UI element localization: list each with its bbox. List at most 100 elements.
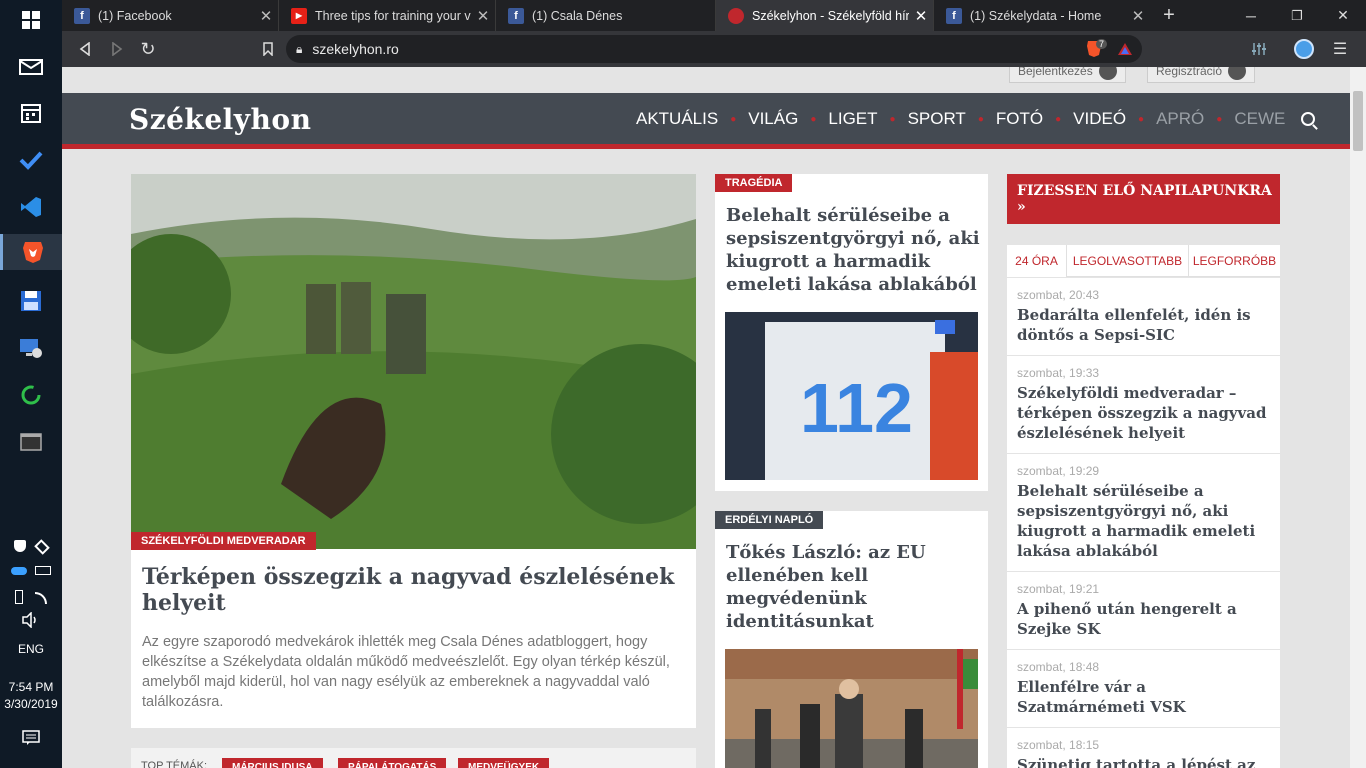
nav-foto[interactable]: FOTÓ xyxy=(996,109,1043,129)
tab-facebook[interactable]: f (1) Facebook ✕ xyxy=(62,0,279,31)
volume-icon[interactable] xyxy=(0,611,62,631)
szekelyhon-icon xyxy=(728,7,744,24)
tray-icons-row1 xyxy=(0,539,62,555)
close-tab-icon[interactable]: ✕ xyxy=(909,7,933,25)
back-button[interactable] xyxy=(72,37,98,61)
minimize-button[interactable]: ─ xyxy=(1228,0,1274,31)
brave-browser-icon[interactable] xyxy=(0,234,62,270)
wifi-icon[interactable] xyxy=(35,592,47,604)
extension-equalizer-icon[interactable] xyxy=(1246,37,1272,61)
nav-cewe[interactable]: CEWE xyxy=(1234,109,1285,129)
news-item-title[interactable]: Bedarálta ellenfelét, idén is döntős a S… xyxy=(1017,305,1272,345)
main-navigation: AKTUÁLIS ● VILÁG ● LIGET ● SPORT ● FOTÓ … xyxy=(636,109,1316,129)
save-disk-icon[interactable] xyxy=(11,283,51,319)
news-item-time: szombat, 19:33 xyxy=(1017,366,1100,380)
defender-shield-icon[interactable] xyxy=(14,540,26,552)
mail-icon[interactable] xyxy=(11,48,51,84)
tab-label: (1) Facebook xyxy=(98,8,172,23)
news-item-title[interactable]: A pihenő után hengerelt a Szejke SK xyxy=(1017,599,1272,639)
sidebar-news-item[interactable]: szombat, 19:29 Belehalt sérüléseibe a se… xyxy=(1007,453,1280,571)
topic-medveugyek[interactable]: MEDVEÜGYEK xyxy=(458,758,550,768)
page-scrollbar[interactable] xyxy=(1350,67,1366,768)
news-item-title[interactable]: Székelyföldi medveradar – térképen össze… xyxy=(1017,383,1272,443)
featured-article-tag[interactable]: SZÉKELYFÖLDI MEDVERADAR xyxy=(131,532,316,550)
register-button[interactable]: Regisztráció xyxy=(1147,67,1256,83)
tab-szekelyhon[interactable]: Székelyhon - Székelyföld hírp ✕ xyxy=(716,0,934,31)
news-item-title[interactable]: Belehalt sérüléseibe a sepsiszentgyörgyi… xyxy=(1017,481,1272,561)
tray-icons-row2 xyxy=(0,566,62,578)
nav-sport[interactable]: SPORT xyxy=(908,109,966,129)
calendar-icon[interactable] xyxy=(11,95,51,131)
site-logo[interactable]: Székelyhon xyxy=(129,103,311,136)
scrollbar-thumb[interactable] xyxy=(1353,91,1363,151)
sidebar-tab-24-ora[interactable]: 24 ÓRA xyxy=(1007,245,1066,277)
article-photo-tokes[interactable] xyxy=(725,649,978,768)
battery-icon[interactable] xyxy=(35,566,51,575)
todo-check-icon[interactable] xyxy=(11,142,51,178)
windows-taskbar: ENG 7:54 PM 3/30/2019 xyxy=(0,0,62,768)
article-tag-erdelyi-naplo[interactable]: ERDÉLYI NAPLÓ xyxy=(715,511,824,529)
remote-desktop-icon[interactable] xyxy=(11,330,51,366)
sidebar-tab-legolvasottabb[interactable]: LEGOLVASOTTABB xyxy=(1066,245,1188,277)
article-title-tragedia[interactable]: Belehalt sérüléseibe a sepsiszentgyörgyi… xyxy=(726,204,981,296)
url-text: szekelyhon.ro xyxy=(312,41,399,57)
sidebar-news-item[interactable]: szombat, 18:48 Ellenfélre vár a Szatmárn… xyxy=(1007,649,1280,727)
profile-avatar-icon[interactable] xyxy=(1291,37,1317,61)
vscode-icon[interactable] xyxy=(11,189,51,225)
restore-button[interactable]: ❐ xyxy=(1274,0,1320,31)
article-title-erdelyi-naplo[interactable]: Tőkés László: az EU ellenében kell megvé… xyxy=(726,541,966,633)
onedrive-cloud-icon[interactable] xyxy=(11,567,27,575)
close-tab-icon[interactable]: ✕ xyxy=(254,7,278,25)
featured-article-photo[interactable] xyxy=(131,174,696,549)
clock-date[interactable]: 3/30/2019 xyxy=(0,697,62,711)
login-strip: Bejelentkezés Regisztráció xyxy=(62,67,1350,93)
tab-szekelydata[interactable]: f (1) Székelydata - Home ✕ xyxy=(934,0,1150,31)
brave-rewards-icon[interactable] xyxy=(1112,37,1138,61)
featured-article-title[interactable]: Térképen összegzik a nagyvad észleléséne… xyxy=(142,564,682,616)
login-button[interactable]: Bejelentkezés xyxy=(1009,67,1126,83)
nav-video[interactable]: VIDEÓ xyxy=(1073,109,1126,129)
shields-count-badge: 7 xyxy=(1096,39,1108,49)
nav-separator: ● xyxy=(889,113,896,125)
action-center-icon[interactable] xyxy=(0,730,62,749)
terminal-icon[interactable] xyxy=(11,424,51,460)
menu-hamburger-icon[interactable]: ☰ xyxy=(1327,37,1353,61)
close-window-button[interactable]: ✕ xyxy=(1320,0,1366,31)
windows-start-icon[interactable] xyxy=(11,2,51,38)
topic-papalatogatas[interactable]: PÁPALÁTOGATÁS xyxy=(338,758,447,768)
tab-label: (1) Székelydata - Home xyxy=(970,8,1102,23)
subscribe-button[interactable]: FIZESSEN ELŐ NAPILAPUNKRA » xyxy=(1007,174,1280,224)
lock-icon[interactable]: 🔒︎ xyxy=(296,42,302,57)
nav-liget[interactable]: LIGET xyxy=(828,109,877,129)
topic-marcius-idusa[interactable]: MÁRCIUS IDUSA xyxy=(222,758,323,768)
sidebar-news-item[interactable]: szombat, 19:21 A pihenő után hengerelt a… xyxy=(1007,571,1280,649)
sidebar-news-item[interactable]: szombat, 19:33 Székelyföldi medveradar –… xyxy=(1007,355,1280,453)
sync-circle-icon[interactable] xyxy=(11,377,51,413)
news-item-time: szombat, 20:43 xyxy=(1017,288,1100,302)
sidebar-news-item[interactable]: szombat, 18:15 Szünetig tartotta a lépés… xyxy=(1007,727,1280,768)
sidebar-tab-legforrobb[interactable]: LEGFORRÓBB xyxy=(1188,245,1280,277)
forward-button[interactable] xyxy=(104,37,130,61)
nav-apro[interactable]: APRÓ xyxy=(1156,109,1204,129)
nav-separator: ● xyxy=(1138,113,1145,125)
article-tag-tragedia[interactable]: TRAGÉDIA xyxy=(715,174,793,192)
tab-youtube[interactable]: ▶ Three tips for training your vo ✕ xyxy=(279,0,496,31)
nav-aktualis[interactable]: AKTUÁLIS xyxy=(636,109,718,129)
nav-separator: ● xyxy=(1055,113,1062,125)
new-tab-button[interactable]: + xyxy=(1146,0,1192,31)
tab-csala-denes[interactable]: f (1) Csala Dénes xyxy=(496,0,716,31)
dropbox-icon[interactable] xyxy=(34,539,50,555)
address-bar[interactable]: 🔒︎ szekelyhon.ro xyxy=(286,35,1142,63)
sidebar-news-item[interactable]: szombat, 20:43 Bedarálta ellenfelét, idé… xyxy=(1007,277,1280,355)
nav-vilag[interactable]: VILÁG xyxy=(748,109,798,129)
article-photo-ambulance[interactable]: 112 xyxy=(725,312,978,480)
reload-button[interactable]: ↻ xyxy=(135,37,161,61)
bookmark-icon[interactable] xyxy=(255,37,281,61)
language-indicator[interactable]: ENG xyxy=(0,642,62,656)
news-item-title[interactable]: Szünetig tartotta a lépést az MSE xyxy=(1017,755,1272,768)
usb-device-icon[interactable] xyxy=(15,590,23,604)
news-item-title[interactable]: Ellenfélre vár a Szatmárnémeti VSK xyxy=(1017,677,1272,717)
search-icon[interactable] xyxy=(1301,112,1316,126)
clock-time[interactable]: 7:54 PM xyxy=(0,680,62,694)
close-tab-icon[interactable]: ✕ xyxy=(471,7,495,25)
